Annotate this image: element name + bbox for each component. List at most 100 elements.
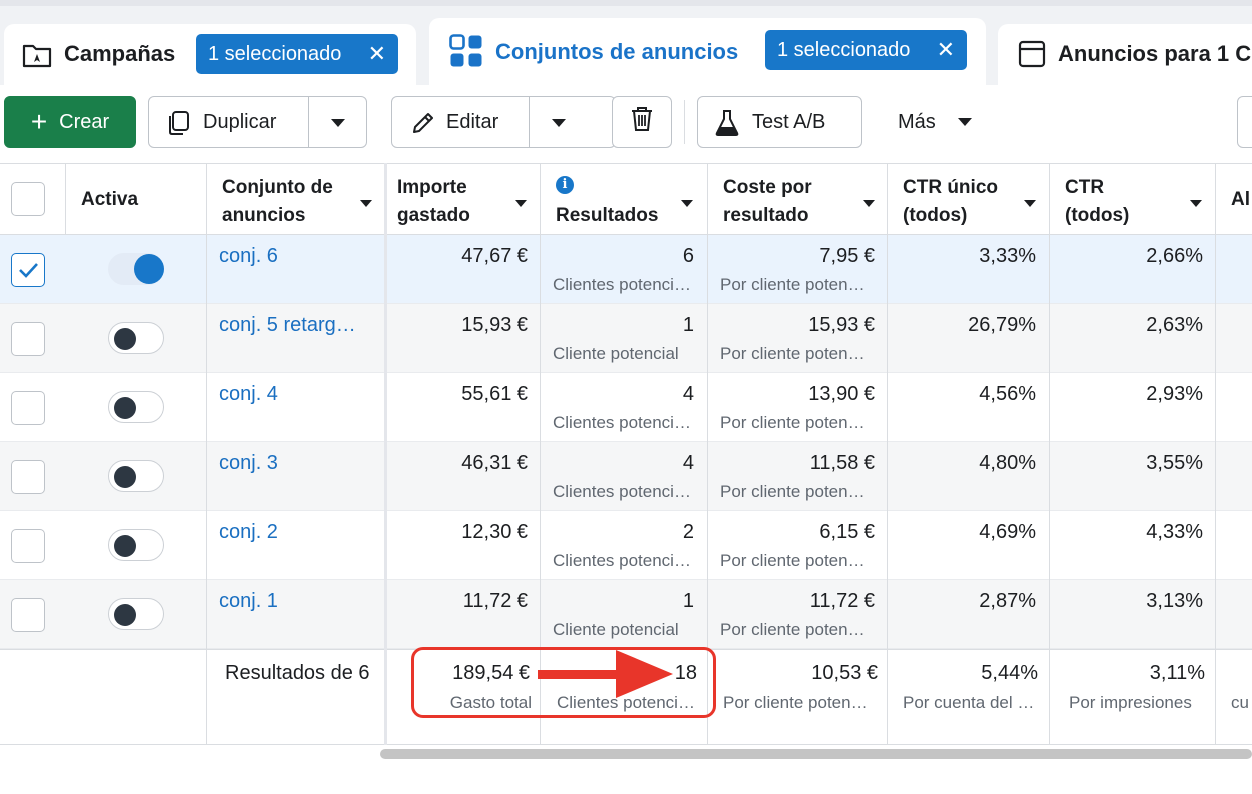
column-divider — [887, 163, 888, 745]
summary-cpr-sub: Por cliente potencial — [723, 693, 873, 712]
close-icon[interactable]: ✕ — [368, 34, 386, 74]
active-toggle[interactable] — [108, 460, 164, 492]
table-row[interactable]: conj. 4 55,61 € 4 Clientes potenciales 1… — [0, 373, 1252, 442]
adset-name-link[interactable]: conj. 5 retarg… — [219, 314, 356, 337]
create-button[interactable]: + Crear — [4, 96, 136, 148]
cost-per-result-sub: Por cliente potencial — [720, 551, 870, 570]
active-toggle[interactable] — [108, 529, 164, 561]
active-toggle[interactable] — [108, 322, 164, 354]
chevron-down-icon[interactable] — [552, 119, 566, 127]
summary-unique-ctr-sub: Por cuenta del Centro de cuentas — [903, 693, 1043, 712]
tab-ads[interactable]: Anuncios para 1 C — [998, 24, 1252, 85]
adset-name-link[interactable]: conj. 2 — [219, 521, 278, 544]
trash-icon — [629, 105, 655, 139]
adset-name-link[interactable]: conj. 3 — [219, 452, 278, 475]
unique-ctr-value: 4,69% — [979, 521, 1036, 543]
active-toggle[interactable] — [108, 598, 164, 630]
column-header-ctr[interactable]: CTR (todos) — [1065, 174, 1129, 230]
tab-ad-sets[interactable]: Conjuntos de anuncios 1 seleccionado ✕ — [429, 18, 986, 85]
row-checkbox[interactable] — [11, 460, 45, 494]
summary-label: Resultados de 6 — [225, 662, 370, 684]
unique-ctr-value: 4,80% — [979, 452, 1036, 474]
copy-icon — [165, 110, 191, 142]
summary-cut-sub: cu — [1231, 693, 1249, 712]
cost-per-result-value: 15,93 € — [808, 314, 875, 336]
unique-ctr-value: 4,56% — [979, 383, 1036, 405]
row-checkbox[interactable] — [11, 253, 45, 287]
sort-caret-icon[interactable] — [1024, 200, 1036, 207]
spent-value: 55,61 € — [461, 383, 528, 405]
close-icon[interactable]: ✕ — [937, 30, 955, 70]
header-line: (todos) — [1065, 205, 1130, 226]
adset-name-link[interactable]: conj. 4 — [219, 383, 278, 406]
cost-per-result-value: 7,95 € — [819, 245, 875, 267]
toolbar-overflow-button[interactable] — [1237, 96, 1252, 148]
column-header-adset[interactable]: Conjunto de anuncios — [222, 174, 333, 230]
adset-name-link[interactable]: conj. 1 — [219, 590, 278, 613]
toggle-knob — [114, 466, 136, 488]
folder-icon — [22, 42, 52, 73]
adset-name-link[interactable]: conj. 6 — [219, 245, 278, 268]
column-header-results[interactable]: Resultados — [556, 202, 658, 230]
chevron-down-icon[interactable] — [331, 119, 345, 127]
duplicate-button[interactable]: Duplicar — [148, 96, 367, 148]
row-checkbox[interactable] — [11, 598, 45, 632]
summary-unique-ctr: 5,44% — [981, 662, 1038, 684]
column-header-cut[interactable]: Al — [1231, 186, 1250, 214]
unique-ctr-value: 3,33% — [979, 245, 1036, 267]
sort-caret-icon[interactable] — [360, 200, 372, 207]
header-line: Coste por — [723, 177, 812, 198]
column-header-spent[interactable]: Importe gastado — [397, 174, 470, 230]
column-header-active[interactable]: Activa — [81, 186, 138, 214]
delete-button[interactable] — [612, 96, 672, 148]
pencil-icon — [410, 110, 436, 142]
cost-per-result-sub: Por cliente potencial — [720, 413, 870, 432]
selection-badge[interactable]: 1 seleccionado ✕ — [196, 34, 398, 74]
column-header-unique-ctr[interactable]: CTR único (todos) — [903, 174, 998, 230]
results-value: 4 — [682, 452, 694, 474]
row-checkbox[interactable] — [11, 529, 45, 563]
checkmark-icon — [19, 263, 38, 278]
toggle-knob — [114, 397, 136, 419]
sort-caret-icon[interactable] — [863, 200, 875, 207]
select-all-checkbox[interactable] — [11, 182, 45, 216]
row-checkbox[interactable] — [11, 322, 45, 356]
toggle-knob — [114, 604, 136, 626]
row-checkbox[interactable] — [11, 391, 45, 425]
flask-icon — [714, 109, 740, 143]
results-sub: Clientes potenciales — [553, 551, 695, 570]
header-line: Importe — [397, 177, 467, 198]
horizontal-scrollbar[interactable] — [380, 749, 1252, 759]
edit-button[interactable]: Editar — [391, 96, 616, 148]
table-row[interactable]: conj. 6 47,67 € 6 Clientes potenciales 7… — [0, 235, 1252, 304]
active-toggle[interactable] — [108, 391, 164, 423]
table-row[interactable]: conj. 1 11,72 € 1 Cliente potencial 11,7… — [0, 580, 1252, 649]
unique-ctr-value: 26,79% — [968, 314, 1036, 336]
column-header-cost-per-result[interactable]: Coste por resultado — [723, 174, 812, 230]
sort-caret-icon[interactable] — [681, 200, 693, 207]
tab-title: Conjuntos de anuncios — [495, 39, 739, 64]
table-row[interactable]: conj. 5 retarg… 15,93 € 1 Cliente potenc… — [0, 304, 1252, 373]
tab-campaigns[interactable]: Campañas 1 seleccionado ✕ — [4, 24, 416, 85]
header-line: CTR — [1065, 177, 1105, 198]
results-sub: Cliente potencial — [553, 620, 679, 639]
top-divider — [0, 0, 1252, 6]
ab-test-button[interactable]: Test A/B — [697, 96, 862, 148]
results-value: 1 — [682, 314, 694, 336]
cost-per-result-value: 6,15 € — [819, 521, 875, 543]
active-toggle[interactable] — [108, 253, 164, 285]
info-icon[interactable]: i — [556, 176, 574, 194]
more-button[interactable]: Más — [898, 96, 988, 148]
table-header: Activa Conjunto de anuncios Importe gast… — [0, 163, 1252, 235]
sort-caret-icon[interactable] — [515, 200, 527, 207]
table-row[interactable]: conj. 3 46,31 € 4 Clientes potenciales 1… — [0, 442, 1252, 511]
ctr-value: 3,13% — [1146, 590, 1203, 612]
badge-label: 1 seleccionado — [777, 39, 911, 61]
results-value: 1 — [682, 590, 694, 612]
unique-ctr-value: 2,87% — [979, 590, 1036, 612]
table-row[interactable]: conj. 2 12,30 € 2 Clientes potenciales 6… — [0, 511, 1252, 580]
selection-badge[interactable]: 1 seleccionado ✕ — [765, 30, 967, 70]
spent-value: 11,72 € — [462, 590, 528, 612]
column-divider — [65, 163, 66, 235]
sort-caret-icon[interactable] — [1190, 200, 1202, 207]
